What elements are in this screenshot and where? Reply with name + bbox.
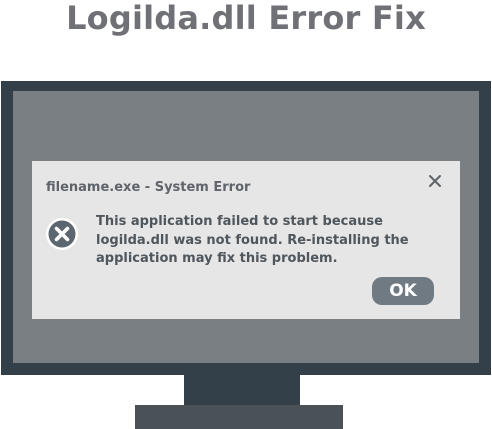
error-dialog: filename.exe - System Error This applica… [32, 161, 460, 319]
monitor-stand-neck [184, 375, 300, 407]
dialog-message: This application failed to start because… [96, 214, 409, 266]
page-title: Logilda.dll Error Fix [66, 0, 426, 37]
ok-button[interactable]: OK [372, 277, 434, 305]
monitor-bezel: filename.exe - System Error This applica… [1, 81, 491, 375]
monitor-stand-base [135, 405, 343, 429]
close-icon[interactable] [427, 173, 443, 189]
monitor-screen: filename.exe - System Error This applica… [13, 91, 479, 363]
error-icon [46, 218, 78, 250]
dialog-title: filename.exe - System Error [46, 180, 251, 195]
